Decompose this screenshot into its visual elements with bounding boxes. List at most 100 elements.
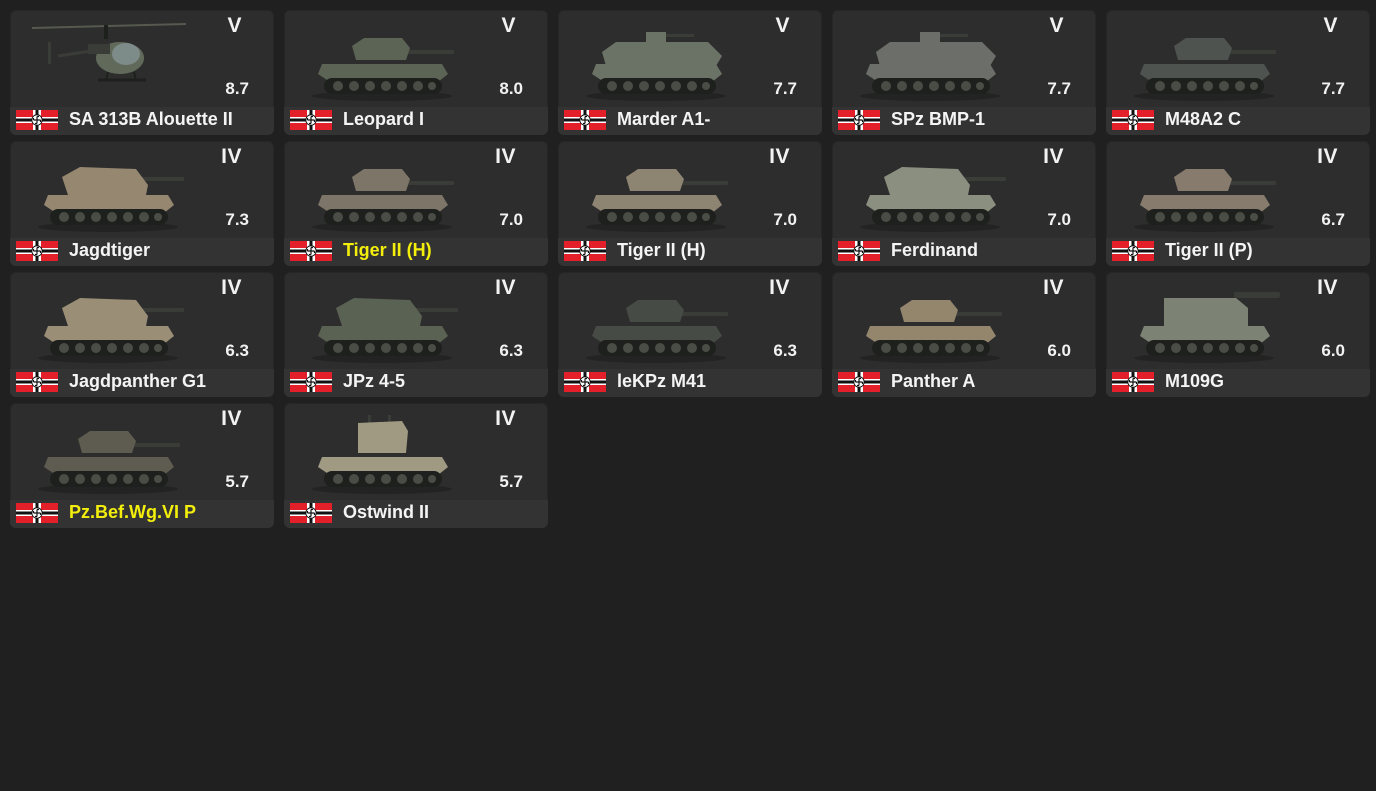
vehicle-name: Leopard I <box>343 109 425 129</box>
vehicle-rank: V <box>227 14 242 37</box>
spg-icon <box>1124 278 1284 366</box>
vehicle-name: Ferdinand <box>891 240 979 260</box>
vehicle-name: Ostwind II <box>343 502 430 522</box>
nation-flag-icon <box>564 372 606 392</box>
vehicle-battle-rating: 8.7 <box>225 79 249 98</box>
tank-icon <box>850 278 1010 366</box>
vehicle-battle-rating: 8.0 <box>499 79 523 98</box>
vehicle-battle-rating: 7.0 <box>499 210 523 229</box>
vehicle-name: leKPz M41 <box>617 371 707 391</box>
vehicle-card[interactable]: IV 5.7 Pz.Bef.Wg.VI P <box>10 403 274 528</box>
nation-flag-icon <box>290 503 332 523</box>
nation-flag-icon <box>1112 241 1154 261</box>
vehicle-card[interactable]: IV 6.0 M109G <box>1106 272 1370 397</box>
vehicle-name: Pz.Bef.Wg.VI P <box>69 502 197 522</box>
vehicle-rank: IV <box>221 407 242 430</box>
vehicle-card[interactable]: IV 6.3 JPz 4-5 <box>284 272 548 397</box>
nation-flag-icon <box>16 110 58 130</box>
tank-icon <box>576 147 736 235</box>
tank-destroyer-icon <box>28 147 188 235</box>
vehicle-card[interactable]: IV 6.3 Jagdpanther G1 <box>10 272 274 397</box>
vehicle-card[interactable]: IV 7.0 Tiger II (H) <box>558 141 822 266</box>
nation-flag-icon <box>1112 372 1154 392</box>
helicopter-icon <box>28 16 188 104</box>
vehicle-grid: V 8.7 SA 313B Alouette II V 8.0 Leopard … <box>10 10 1376 528</box>
tank-icon <box>1124 147 1284 235</box>
vehicle-card[interactable]: IV 7.0 Ferdinand <box>832 141 1096 266</box>
nation-flag-icon <box>838 110 880 130</box>
vehicle-battle-rating: 7.3 <box>225 210 249 229</box>
ifv-icon <box>850 16 1010 104</box>
vehicle-battle-rating: 7.0 <box>773 210 797 229</box>
vehicle-rank: IV <box>221 145 242 168</box>
vehicle-battle-rating: 6.3 <box>499 341 523 360</box>
vehicle-name: Tiger II (H) <box>617 240 706 260</box>
nation-flag-icon <box>838 241 880 261</box>
vehicle-rank: IV <box>495 276 516 299</box>
tank-destroyer-icon <box>28 278 188 366</box>
spaa-icon <box>302 409 462 497</box>
vehicle-battle-rating: 7.7 <box>1321 79 1345 98</box>
vehicle-battle-rating: 6.3 <box>225 341 249 360</box>
vehicle-name: Tiger II (P) <box>1165 240 1253 260</box>
vehicle-rank: IV <box>769 145 790 168</box>
nation-flag-icon <box>838 372 880 392</box>
vehicle-card[interactable]: V 7.7 SPz BMP-1 <box>832 10 1096 135</box>
vehicle-card[interactable]: IV 7.0 Tiger II (H) <box>284 141 548 266</box>
vehicle-battle-rating: 6.0 <box>1321 341 1345 360</box>
vehicle-name: Panther A <box>891 371 976 391</box>
vehicle-card[interactable]: IV 6.3 leKPz M41 <box>558 272 822 397</box>
vehicle-card[interactable]: V 8.7 SA 313B Alouette II <box>10 10 274 135</box>
tank-icon <box>1124 16 1284 104</box>
tank-icon <box>576 278 736 366</box>
vehicle-card[interactable]: IV 6.0 Panther A <box>832 272 1096 397</box>
vehicle-rank: IV <box>495 145 516 168</box>
vehicle-rank: V <box>501 14 516 37</box>
vehicle-battle-rating: 7.7 <box>773 79 797 98</box>
vehicle-card[interactable]: V 8.0 Leopard I <box>284 10 548 135</box>
vehicle-name: SPz BMP-1 <box>891 109 986 129</box>
vehicle-name: Jagdtiger <box>69 240 151 260</box>
vehicle-card[interactable]: IV 7.3 Jagdtiger <box>10 141 274 266</box>
vehicle-name: Jagdpanther G1 <box>69 371 207 391</box>
vehicle-rank: V <box>775 14 790 37</box>
vehicle-battle-rating: 5.7 <box>225 472 249 491</box>
vehicle-name: M109G <box>1165 371 1225 391</box>
vehicle-battle-rating: 7.7 <box>1047 79 1071 98</box>
nation-flag-icon <box>564 110 606 130</box>
vehicle-name: SA 313B Alouette II <box>69 109 233 129</box>
tank-icon <box>28 409 188 497</box>
vehicle-card[interactable]: IV 6.7 Tiger II (P) <box>1106 141 1370 266</box>
vehicle-rank: IV <box>1317 145 1338 168</box>
vehicle-name: Marder A1- <box>617 109 711 129</box>
vehicle-card[interactable]: IV 5.7 Ostwind II <box>284 403 548 528</box>
vehicle-battle-rating: 6.3 <box>773 341 797 360</box>
nation-flag-icon <box>16 503 58 523</box>
vehicle-rank: IV <box>769 276 790 299</box>
ifv-icon <box>576 16 736 104</box>
vehicle-battle-rating: 6.0 <box>1047 341 1071 360</box>
nation-flag-icon <box>290 110 332 130</box>
nation-flag-icon <box>16 372 58 392</box>
vehicle-battle-rating: 7.0 <box>1047 210 1071 229</box>
nation-flag-icon <box>290 372 332 392</box>
vehicle-battle-rating: 6.7 <box>1321 210 1345 229</box>
vehicle-rank: IV <box>1043 145 1064 168</box>
vehicle-rank: V <box>1323 14 1338 37</box>
vehicle-rank: IV <box>495 407 516 430</box>
nation-flag-icon <box>1112 110 1154 130</box>
vehicle-name: JPz 4-5 <box>343 371 406 391</box>
vehicle-name: M48A2 C <box>1165 109 1242 129</box>
nation-flag-icon <box>564 241 606 261</box>
nation-flag-icon <box>290 241 332 261</box>
vehicle-rank: IV <box>221 276 242 299</box>
vehicle-card[interactable]: V 7.7 M48A2 C <box>1106 10 1370 135</box>
tank-icon <box>302 16 462 104</box>
vehicle-rank: IV <box>1317 276 1338 299</box>
tank-destroyer-icon <box>302 278 462 366</box>
vehicle-rank: IV <box>1043 276 1064 299</box>
tank-destroyer-icon <box>850 147 1010 235</box>
vehicle-card[interactable]: V 7.7 Marder A1- <box>558 10 822 135</box>
vehicle-name: Tiger II (H) <box>343 240 432 260</box>
vehicle-battle-rating: 5.7 <box>499 472 523 491</box>
